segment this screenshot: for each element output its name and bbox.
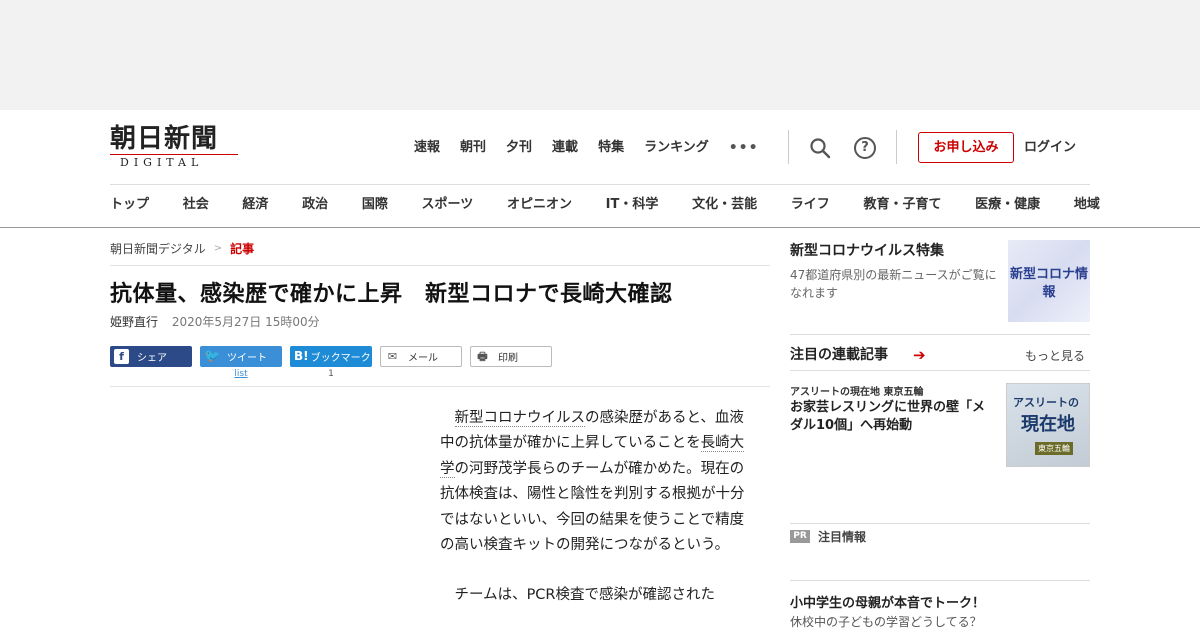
feature-description: 47都道府県別の最新ニュースがご覧になれます xyxy=(790,268,997,300)
category-life[interactable]: ライフ xyxy=(791,194,830,216)
twitter-share-count[interactable]: list xyxy=(200,369,282,379)
help-icon[interactable]: ? xyxy=(854,137,876,159)
serial-thumbnail-text: 東京五輪 xyxy=(1035,442,1073,455)
paragraph-text: の河野茂学長らのチームが確かめた。現在の抗体検査は、陽性と陰性を判別する根拠が十… xyxy=(440,460,745,554)
hatena-bookmark-button[interactable]: B! ブックマーク xyxy=(290,346,372,367)
feature-thumbnail-text: 新型コロナ情報 xyxy=(1009,267,1088,300)
search-icon[interactable] xyxy=(809,137,831,159)
category-region[interactable]: 地域 xyxy=(1074,194,1100,216)
header-separator xyxy=(110,184,1090,185)
twitter-icon: 🐦 xyxy=(204,349,221,364)
category-international[interactable]: 国際 xyxy=(362,194,388,216)
logo-underline xyxy=(110,154,238,155)
serial-thumbnail-text: 現在地 xyxy=(1021,414,1075,435)
mail-share-button[interactable]: ✉ メール xyxy=(380,346,462,367)
facebook-icon: f xyxy=(114,349,129,364)
category-politics[interactable]: 政治 xyxy=(302,194,328,216)
covid-feature-card[interactable]: 新型コロナウイルス特集 47都道府県別の最新ニュースがご覧になれます 新型コロナ… xyxy=(790,240,1090,322)
site-logo[interactable]: 朝日新聞 DIGITAL xyxy=(110,124,242,170)
logo-main-text: 朝日新聞 xyxy=(110,124,219,154)
share-divider xyxy=(110,386,770,387)
mail-icon: ✉ xyxy=(387,350,398,363)
breadcrumb: 朝日新聞デジタル > 記事 xyxy=(110,240,254,257)
top-nav-breaking[interactable]: 速報 xyxy=(414,137,440,159)
header-divider xyxy=(788,130,789,164)
top-nav-series[interactable]: 連載 xyxy=(552,137,578,159)
category-top[interactable]: トップ xyxy=(110,194,149,216)
category-sports[interactable]: スポーツ xyxy=(422,194,474,216)
hatena-bookmark-label: ブックマーク xyxy=(310,353,371,364)
breadcrumb-divider xyxy=(110,265,770,266)
hatena-bookmark-count: 1 xyxy=(328,369,334,379)
twitter-share-label: ツイート xyxy=(227,353,267,364)
print-button[interactable]: 🖶 印刷 xyxy=(470,346,552,367)
twitter-share-button[interactable]: 🐦 ツイート xyxy=(200,346,282,367)
category-education[interactable]: 教育・子育て xyxy=(863,194,941,216)
pr-article-link[interactable]: 小中学生の母親が本音でトーク！ xyxy=(790,592,985,611)
site-header: 朝日新聞 DIGITAL 速報 朝刊 夕刊 連載 特集 ランキング ••• ? … xyxy=(0,110,1200,228)
sidebar-divider xyxy=(790,334,1090,335)
breadcrumb-home[interactable]: 朝日新聞デジタル xyxy=(110,240,206,257)
sidebar-divider xyxy=(790,580,1090,581)
feature-title: 新型コロナウイルス特集 xyxy=(790,243,944,259)
pr-section-label: 注目情報 xyxy=(818,530,867,544)
logo-sub-text: DIGITAL xyxy=(120,156,204,169)
article-author: 姫野直行 xyxy=(110,315,159,329)
breadcrumb-current: 記事 xyxy=(230,242,255,256)
serial-article-link[interactable]: お家芸レスリングに世界の壁「メダル10個」へ再始動 xyxy=(790,399,995,435)
article-date: 2020年5月27日 15時00分 xyxy=(171,315,320,329)
serial-heading[interactable]: 注目の連載記事 xyxy=(790,344,888,364)
facebook-share-button[interactable]: f シェア xyxy=(110,346,192,367)
pr-badge: PR xyxy=(790,530,810,543)
top-nav-evening[interactable]: 夕刊 xyxy=(506,137,532,159)
ad-banner-area xyxy=(0,0,1200,110)
print-label: 印刷 xyxy=(498,353,518,364)
feature-thumbnail: 新型コロナ情報 xyxy=(1008,240,1090,322)
serial-category: アスリートの現在地 東京五輪 xyxy=(790,387,924,398)
see-more-link[interactable]: もっと見る xyxy=(1025,347,1085,364)
category-culture[interactable]: 文化・芸能 xyxy=(692,194,757,216)
category-nav: トップ 社会 経済 政治 国際 スポーツ オピニオン IT・科学 文化・芸能 ラ… xyxy=(110,194,1100,216)
subscribe-button[interactable]: お申し込み xyxy=(918,132,1014,163)
category-it-science[interactable]: IT・科学 xyxy=(606,194,659,216)
article-paragraph: 新型コロナウイルスの感染歴があると、血液中の抗体量が確かに上昇していることを長崎… xyxy=(440,406,745,558)
login-link[interactable]: ログイン xyxy=(1024,137,1076,159)
top-nav-ranking[interactable]: ランキング xyxy=(644,137,709,159)
sidebar-divider xyxy=(790,370,1090,371)
pr-article-description: 休校中の子どもの学習どうしてる？ xyxy=(790,615,982,629)
arrow-right-icon: ➔ xyxy=(913,346,926,364)
mail-share-label: メール xyxy=(408,353,438,364)
article-byline: 姫野直行 2020年5月27日 15時00分 xyxy=(110,313,320,330)
more-menu-icon[interactable]: ••• xyxy=(729,137,759,159)
category-economy[interactable]: 経済 xyxy=(242,194,268,216)
breadcrumb-separator: > xyxy=(213,243,223,254)
article-body: 新型コロナウイルスの感染歴があると、血液中の抗体量が確かに上昇していることを長崎… xyxy=(440,406,745,630)
serial-thumbnail-text: アスリートの xyxy=(1013,396,1079,409)
keyword-link[interactable]: 新型コロナウイルス xyxy=(454,410,585,427)
top-nav-features[interactable]: 特集 xyxy=(598,137,624,159)
facebook-share-label: シェア xyxy=(137,353,167,364)
hatena-bookmark-icon: B! xyxy=(294,349,309,363)
header-divider xyxy=(896,130,897,164)
article-paragraph: チームは、PCR検査で感染が確認された xyxy=(454,587,716,604)
category-opinion[interactable]: オピニオン xyxy=(507,194,572,216)
top-nav-morning[interactable]: 朝刊 xyxy=(460,137,486,159)
serial-thumbnail[interactable]: アスリートの 現在地 東京五輪 xyxy=(1006,383,1090,467)
sidebar-divider xyxy=(790,523,1090,524)
category-health[interactable]: 医療・健康 xyxy=(975,194,1040,216)
top-nav: 速報 朝刊 夕刊 連載 特集 ランキング ••• xyxy=(414,137,779,159)
printer-icon: 🖶 xyxy=(477,350,488,363)
article-title: 抗体量、感染歴で確かに上昇 新型コロナで長崎大確認 xyxy=(110,282,673,307)
category-society[interactable]: 社会 xyxy=(183,194,209,216)
